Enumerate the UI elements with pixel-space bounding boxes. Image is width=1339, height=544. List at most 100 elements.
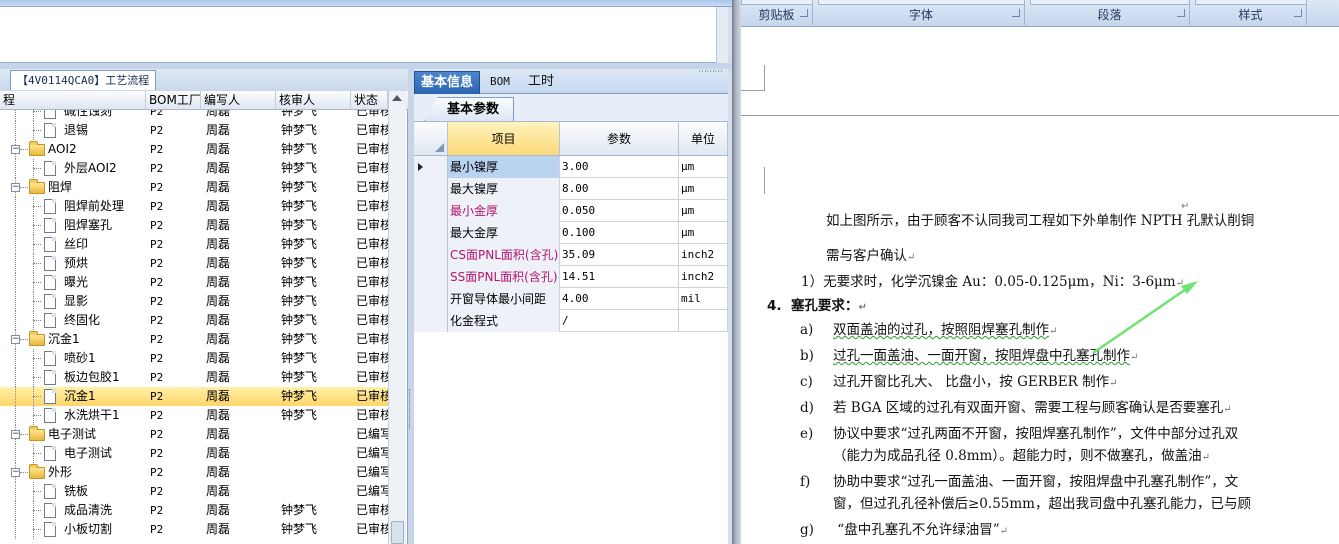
param-row[interactable]: 最大金厚 0.100 μm [414,222,728,244]
tree-node[interactable]: 阻焊前处理 [0,197,145,216]
tree-guide-line [20,472,28,473]
column-header-status[interactable]: 状态 [351,91,388,110]
tree-node[interactable]: 显影 [0,292,145,311]
param-row[interactable]: 最小镍厚 3.00 μm [414,156,728,178]
param-value-cell[interactable]: 3.00 [560,156,679,178]
document-icon [44,294,56,309]
tree-node[interactable]: 退锡 [0,121,145,140]
tab-basic-info[interactable]: 基本信息 [414,71,481,94]
tree-row[interactable]: − 电子测试 P2 周磊 已编写 [0,425,388,444]
tree-node[interactable]: 碱性蚀刻 [0,110,145,121]
column-header-reviewer[interactable]: 核审人 [276,91,351,110]
tree-node[interactable]: 小板切割 [0,520,145,539]
tree-node[interactable]: 阻焊塞孔 [0,216,145,235]
param-row[interactable]: SS面PNL面积(含孔) 14.51 inch2 [414,266,728,288]
tree-node[interactable]: − AOI2 [0,140,145,159]
row-indicator[interactable] [414,288,448,310]
collapse-toggle-icon[interactable]: − [11,430,20,439]
tree-node[interactable]: − 电子测试 [0,425,145,444]
tree-row[interactable]: 碱性蚀刻 P2 周磊 钟梦飞 已审核 [0,110,388,121]
tree-row[interactable]: − 外形 P2 周磊 已编写 [0,463,388,482]
upper-content-pane [0,7,728,63]
param-value-cell[interactable]: 0.050 [560,200,679,222]
tree-node[interactable]: − 外形 [0,463,145,482]
tree-vertical-scrollbar[interactable] [388,91,406,544]
row-indicator[interactable] [414,178,448,200]
param-value-cell[interactable]: 8.00 [560,178,679,200]
grid-header-item[interactable]: 项目 [448,122,560,156]
tree-node[interactable]: 电子测试 [0,444,145,463]
grid-header-unit[interactable]: 单位 [679,122,728,156]
tree-row[interactable]: 阻焊塞孔 P2 周磊 钟梦飞 已审核 [0,216,388,235]
tree-node[interactable]: 铣板 [0,482,145,501]
tree-node[interactable]: − 沉金1 [0,330,145,349]
tree-row[interactable]: 曝光 P2 周磊 钟梦飞 已审核 [0,273,388,292]
row-indicator[interactable] [414,156,448,178]
collapse-toggle-icon[interactable]: − [11,335,20,344]
row-indicator[interactable] [414,266,448,288]
row-indicator[interactable] [414,222,448,244]
param-row[interactable]: 化金程式 / [414,310,728,332]
tree-node[interactable]: 板边包胶1 [0,368,145,387]
param-value-cell[interactable]: / [560,310,679,332]
tab-work-hours[interactable]: 工时 [522,71,560,94]
scroll-up-arrow-icon[interactable] [392,95,402,101]
tree-row[interactable]: 小板切割 P2 周磊 钟梦飞 已审核 [0,520,388,539]
tree-row[interactable]: 成品清洗 P2 周磊 钟梦飞 已审核 [0,501,388,520]
tree-guide-line [33,111,41,112]
tree-node[interactable]: − 阻焊 [0,178,145,197]
column-header-writer[interactable]: 编写人 [201,91,276,110]
column-header-bom[interactable]: BOM工厂 [146,91,201,110]
tab-bom[interactable]: BOM [484,71,516,94]
tree-node[interactable]: 曝光 [0,273,145,292]
collapse-toggle-icon[interactable]: − [11,145,20,154]
tree-node[interactable]: 水洗烘干1 [0,406,145,425]
tree-node[interactable]: 终固化 [0,311,145,330]
tab-process-flow[interactable]: 【4V0114QCA0】工艺流程 [10,70,157,90]
tree-row[interactable]: − AOI2 P2 周磊 钟梦飞 已审核 [0,140,388,159]
scroll-thumb[interactable] [391,521,404,544]
row-indicator[interactable] [414,244,448,266]
upper-pane-scrollbar[interactable] [716,7,728,63]
tree-row[interactable]: 沉金1 P2 周磊 钟梦飞 已审核 [0,387,388,406]
tree-row[interactable]: 电子测试 P2 周磊 已编写 [0,444,388,463]
folder-icon [29,426,45,441]
row-indicator[interactable] [414,200,448,222]
tree-row[interactable]: − 沉金1 P2 周磊 钟梦飞 已审核 [0,330,388,349]
tree-node[interactable]: 丝印 [0,235,145,254]
tree-node[interactable]: 成品清洗 [0,501,145,520]
row-indicator[interactable] [414,310,448,332]
tree-row[interactable]: 显影 P2 周磊 钟梦飞 已审核 [0,292,388,311]
tree-row[interactable]: 喷砂1 P2 周磊 钟梦飞 已审核 [0,349,388,368]
tree-node[interactable]: 预烘 [0,254,145,273]
collapse-toggle-icon[interactable]: − [11,468,20,477]
tree-row[interactable]: 阻焊前处理 P2 周磊 钟梦飞 已审核 [0,197,388,216]
column-header-process[interactable]: 程 [0,91,146,110]
collapse-toggle-icon[interactable]: − [11,183,20,192]
tree-row[interactable]: 预烘 P2 周磊 钟梦飞 已审核 [0,254,388,273]
param-value-cell[interactable]: 0.100 [560,222,679,244]
tree-row[interactable]: 终固化 P2 周磊 钟梦飞 已审核 [0,311,388,330]
param-value-cell[interactable]: 14.51 [560,266,679,288]
tree-row[interactable]: 丝印 P2 周磊 钟梦飞 已审核 [0,235,388,254]
tree-row[interactable]: 退锡 P2 周磊 钟梦飞 已审核 [0,121,388,140]
bom-cell: P2 [150,485,164,498]
tab-basic-params[interactable]: 基本参数 [424,97,515,121]
tree-row[interactable]: 铣板 P2 周磊 已编写 [0,482,388,501]
grid-header-value[interactable]: 参数 [560,122,679,156]
param-value-cell[interactable]: 4.00 [560,288,679,310]
tree-guide-line [15,197,16,216]
param-row[interactable]: 开窗导体最小间距 4.00 mil [414,288,728,310]
param-value-cell[interactable]: 35.09 [560,244,679,266]
tree-node[interactable]: 沉金1 [0,387,145,406]
param-row[interactable]: 最大镍厚 8.00 μm [414,178,728,200]
tree-row[interactable]: 外层AOI2 P2 周磊 钟梦飞 已审核 [0,159,388,178]
tree-node[interactable]: 外层AOI2 [0,159,145,178]
param-row[interactable]: CS面PNL面积(含孔) 35.09 inch2 [414,244,728,266]
tree-row[interactable]: 水洗烘干1 P2 周磊 钟梦飞 已审核 [0,406,388,425]
tree-node[interactable]: 喷砂1 [0,349,145,368]
tree-row[interactable]: 板边包胶1 P2 周磊 钟梦飞 已审核 [0,368,388,387]
tree-row[interactable]: − 阻焊 P2 周磊 钟梦飞 已审核 [0,178,388,197]
grid-corner[interactable] [414,122,448,156]
param-row[interactable]: 最小金厚 0.050 μm [414,200,728,222]
